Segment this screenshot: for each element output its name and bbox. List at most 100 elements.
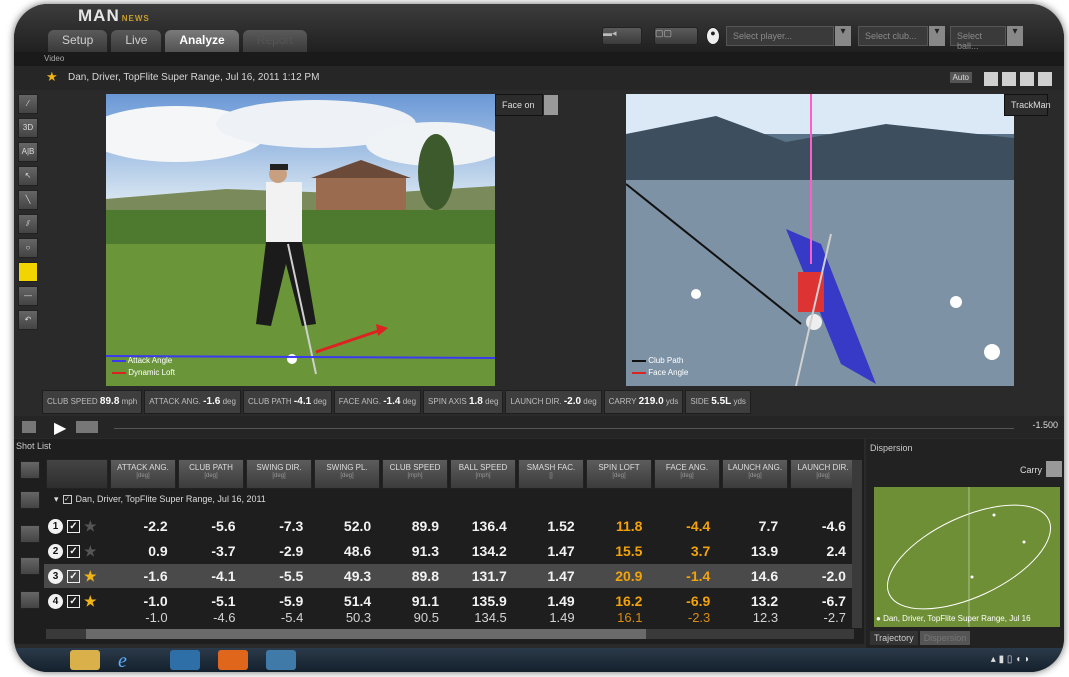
step-icon[interactable] xyxy=(76,421,98,433)
table-row[interactable]: 1 ✓ ★ -2.2 -5.6 -7.3 52.0 89.9 136.4 1.52 11.8 -4.4… xyxy=(44,514,852,538)
column-header-launch-angle[interactable]: LAUNCH ANG. [deg] xyxy=(722,459,788,489)
table-cell: 20.9 xyxy=(615,568,643,584)
table-row[interactable]: 3 ✓ ★ -1.6 -4.1 -5.5 49.3 89.8 131.7 1.47 20.9 -1.4… xyxy=(44,564,852,588)
layout-triple-icon[interactable] xyxy=(1020,72,1034,86)
star-icon[interactable]: ★ xyxy=(84,518,97,535)
video-view-select-right[interactable]: TrackMan xyxy=(1004,94,1051,116)
horizontal-scrollbar[interactable] xyxy=(46,629,854,639)
table-cell: -6.7 xyxy=(821,593,846,609)
shot-checkbox[interactable]: ✓ xyxy=(67,594,80,608)
shot-checkbox[interactable]: ✓ xyxy=(67,569,80,583)
chevron-down-icon[interactable] xyxy=(1046,461,1062,477)
shot-checkbox[interactable]: ✓ xyxy=(67,519,80,533)
table-cell: 136.4 xyxy=(471,518,507,534)
table-cell: 89.9 xyxy=(411,518,439,534)
dispersion-mode-select[interactable]: Carry xyxy=(1020,465,1042,475)
tab-trajectory[interactable]: Trajectory xyxy=(870,631,918,645)
video-face-on[interactable]: Attack Angle Dynamic Loft xyxy=(106,94,495,386)
average-cell: 1.49 xyxy=(549,610,575,625)
trackman-app-icon[interactable] xyxy=(266,650,296,670)
layout-quad-icon[interactable] xyxy=(1038,72,1052,86)
tab-report[interactable]: Report xyxy=(242,30,307,52)
session-title: Dan, Driver, TopFlite Super Range, Jul 1… xyxy=(68,72,320,83)
line-icon[interactable]: ╲ xyxy=(18,190,38,210)
pointer-icon[interactable]: ↖ xyxy=(18,166,38,186)
tab-dispersion[interactable]: Dispersion xyxy=(919,631,971,645)
double-line-icon[interactable]: ⫽ xyxy=(18,214,38,234)
filter-icon[interactable] xyxy=(20,491,40,509)
video-trackman[interactable]: Club Path Face Angle xyxy=(626,94,1014,386)
explorer-icon[interactable] xyxy=(70,650,100,670)
video-view-select-left[interactable]: Face on xyxy=(495,94,558,116)
star-icon[interactable]: ★ xyxy=(46,69,58,85)
table-cell: -5.1 xyxy=(211,593,236,609)
video-frame-face-on xyxy=(106,94,495,386)
timeline-scrubber[interactable] xyxy=(114,428,1014,429)
lock-icon[interactable] xyxy=(22,421,36,433)
system-tray[interactable]: ▴ ▮ ▯ ◖ ◗ xyxy=(991,654,1030,665)
column-header-select[interactable] xyxy=(46,459,108,489)
column-header-attack-angle[interactable]: ATTACK ANG. [deg] xyxy=(110,459,176,489)
vertical-scrollbar[interactable] xyxy=(852,460,862,628)
table-row[interactable]: 2 ✓ ★ 0.9 -3.7 -2.9 48.6 91.3 134.2 1.47 15.5 3.7 13… xyxy=(44,539,852,563)
internet-explorer-icon[interactable]: e xyxy=(118,650,148,672)
camera-button[interactable]: ▬◂ xyxy=(602,27,642,45)
dispersion-title: Dispersion xyxy=(870,443,913,453)
delete-icon[interactable] xyxy=(20,557,40,575)
table-cell: 11.8 xyxy=(615,518,643,534)
column-header-ball-speed[interactable]: BALL SPEED [mph] xyxy=(450,459,516,489)
column-header-club-speed[interactable]: CLUB SPEED [mph] xyxy=(382,459,448,489)
table-cell: -1.4 xyxy=(686,568,711,584)
column-header-club-path[interactable]: CLUB PATH [deg] xyxy=(178,459,244,489)
dispersion-ellipse xyxy=(886,487,1052,627)
player-select[interactable]: Select player... ▾ xyxy=(726,26,851,46)
chevron-down-icon[interactable]: ▾ xyxy=(929,26,945,46)
column-header-launch-direction[interactable]: LAUNCH DIR. [deg] xyxy=(790,459,856,489)
metric-attack-angle: ATTACK ANG. -1.6 deg xyxy=(144,390,241,414)
circle-icon[interactable]: ○ xyxy=(18,238,38,258)
chevron-down-icon[interactable] xyxy=(544,95,558,115)
group-checkbox[interactable]: ✓ xyxy=(62,495,72,505)
chevron-down-icon[interactable]: ▾ xyxy=(835,26,851,46)
3d-button[interactable]: 3D xyxy=(18,118,38,138)
layout-split-icon[interactable] xyxy=(1002,72,1016,86)
drawing-tools: ⁄ 3D A|B ↖ ╲ ⫽ ○ — ↶ xyxy=(18,94,40,334)
hide-icon[interactable] xyxy=(20,525,40,543)
column-header-swing-direction[interactable]: SWING DIR. [deg] xyxy=(246,459,312,489)
column-headers: ATTACK ANG. [deg] CLUB PATH [deg] SWING DI… xyxy=(46,459,856,489)
shot-group[interactable]: ▾ ✓ Dan, Driver, TopFlite Super Range, Jul… xyxy=(54,494,266,505)
ab-button[interactable]: A|B xyxy=(18,142,38,162)
star-icon[interactable]: ★ xyxy=(84,593,97,610)
ball-select[interactable]: Select ball... ▾ xyxy=(950,26,1023,51)
chevron-down-icon[interactable]: ▾ xyxy=(1007,26,1023,46)
dash-icon[interactable]: — xyxy=(18,286,38,306)
media-player-icon[interactable] xyxy=(170,650,200,670)
metric-carry: CARRY 219.0 yds xyxy=(603,390,684,414)
club-select[interactable]: Select club... ▾ xyxy=(858,26,945,46)
tab-setup[interactable]: Setup xyxy=(48,30,108,52)
shot-checkbox[interactable]: ✓ xyxy=(67,544,80,558)
average-cell: -1.0 xyxy=(145,610,168,625)
star-icon[interactable]: ★ xyxy=(84,568,97,585)
powerpoint-icon[interactable] xyxy=(218,650,248,670)
column-header-smash-factor[interactable]: SMASH FAC.[] xyxy=(518,459,584,489)
color-swatch[interactable] xyxy=(18,262,38,282)
layout-single-icon[interactable] xyxy=(984,72,998,86)
eyedropper-icon[interactable]: ⁄ xyxy=(18,94,38,114)
list-view-icon[interactable] xyxy=(20,461,40,479)
star-icon[interactable]: ★ xyxy=(84,543,97,560)
auto-button[interactable]: Auto xyxy=(949,72,972,83)
undo-icon[interactable]: ↶ xyxy=(18,310,38,330)
tab-analyze[interactable]: Analyze xyxy=(165,30,239,52)
metrics-bar: CLUB SPEED 89.8 mph ATTACK ANG. -1.6 deg… xyxy=(42,390,751,414)
table-icon[interactable] xyxy=(20,591,40,609)
column-header-face-angle[interactable]: FACE ANG. [deg] xyxy=(654,459,720,489)
tab-live[interactable]: Live xyxy=(111,30,162,52)
play-icon[interactable]: ▶ xyxy=(54,418,66,438)
window-button[interactable]: ▢▢ xyxy=(654,27,698,45)
table-cell: 52.0 xyxy=(343,518,372,534)
column-header-swing-plane[interactable]: SWING PL. [deg] xyxy=(314,459,380,489)
column-header-spin-loft[interactable]: SPIN LOFT [deg] xyxy=(586,459,652,489)
table-cell: 14.6 xyxy=(750,568,779,584)
info-icon[interactable]: ● xyxy=(706,27,720,45)
